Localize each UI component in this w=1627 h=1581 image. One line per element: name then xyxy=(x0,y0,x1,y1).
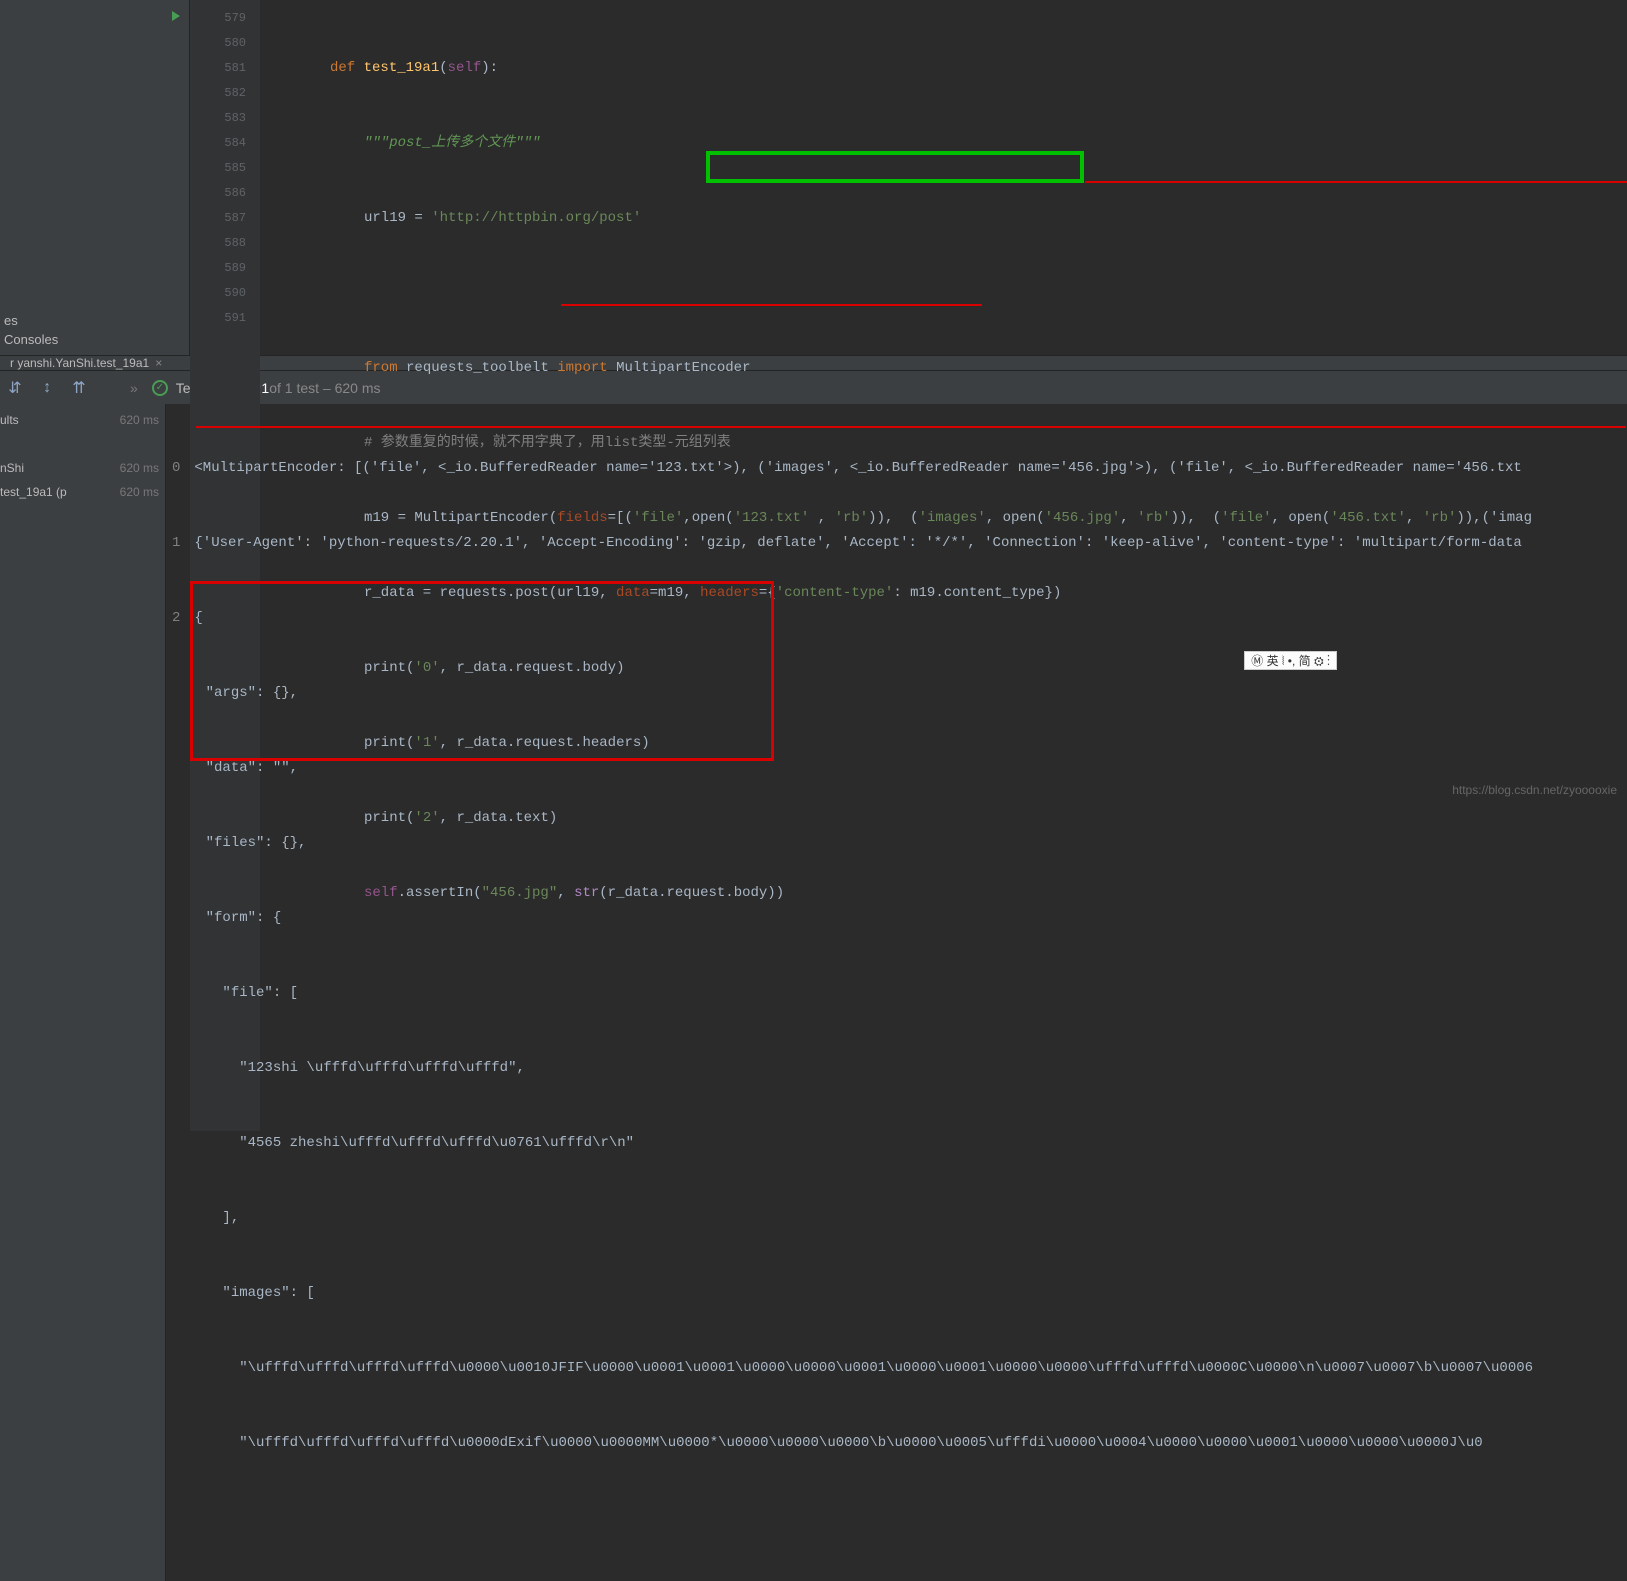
tree-row[interactable] xyxy=(0,432,165,456)
console-text: "file": [ xyxy=(189,985,298,1001)
gutter-line: 589 xyxy=(190,256,246,281)
gutter-line: 580 xyxy=(190,31,246,56)
gutter-line: 586 xyxy=(190,181,246,206)
tab-label: r yanshi.YanShi.test_19a1 xyxy=(10,356,149,370)
console-text: {'User-Agent': 'python-requests/2.20.1',… xyxy=(194,535,1521,551)
watermark: https://blog.csdn.net/zyooooxie xyxy=(1452,783,1617,797)
run-icon[interactable] xyxy=(172,11,180,21)
console-text: { xyxy=(194,610,202,626)
left-sidebar: es Consoles xyxy=(0,0,190,355)
gutter-line: 584 xyxy=(190,131,246,156)
console-text: "123shi \ufffd\ufffd\ufffd\ufffd", xyxy=(189,1060,525,1076)
class-name: MultipartEncoder xyxy=(616,360,750,376)
tree-row[interactable]: test_19a1 (p 620 ms xyxy=(0,480,165,504)
filter-icon[interactable]: ⇵ xyxy=(6,379,24,397)
sidebar-item[interactable]: Consoles xyxy=(4,330,189,349)
keyword-self: self xyxy=(448,60,482,76)
gutter-line: 585 xyxy=(190,156,246,181)
console-text: "form": { xyxy=(189,910,281,926)
ime-widget[interactable]: Ⓜ 英 ⦚ •, 简 ⚙ ⁝ xyxy=(1244,651,1337,670)
gutter-line: 590 xyxy=(190,281,246,306)
keyword-from: from xyxy=(364,360,406,376)
string-literal: 'http://httpbin.org/post' xyxy=(431,210,641,226)
tree-time: 620 ms xyxy=(120,413,159,427)
close-icon[interactable]: × xyxy=(155,356,162,370)
tree-label: ults xyxy=(0,413,19,427)
tree-time: 620 ms xyxy=(120,485,159,499)
tree-label: test_19a1 (p xyxy=(0,485,67,499)
console-text: "data": "", xyxy=(189,760,298,776)
console-text: "files": {}, xyxy=(189,835,307,851)
editor-area: 579 580 581 582 583 584 585 586 587 588 … xyxy=(190,0,1627,355)
console-text: "\ufffd\ufffd\ufffd\ufffd\u0000dExif\u00… xyxy=(189,1435,1483,1451)
code-text: url19 = xyxy=(364,210,431,226)
red-annotation-underline xyxy=(1085,181,1627,183)
console-text: "4565 zheshi\ufffd\ufffd\ufffd\u0761\uff… xyxy=(189,1135,634,1151)
expand-icon[interactable]: ↕ xyxy=(38,379,56,397)
test-tree: ults 620 ms nShi 620 ms test_19a1 (p 620 ms xyxy=(0,404,166,1581)
red-annotation-underline xyxy=(196,426,1626,428)
history-icon[interactable]: » xyxy=(130,380,138,396)
module-name: requests_toolbelt xyxy=(406,360,557,376)
console-text: <MultipartEncoder: [('file', <_io.Buffer… xyxy=(194,460,1521,476)
console-text: "\ufffd\ufffd\ufffd\ufffd\u0000\u0010JFI… xyxy=(189,1360,1533,1376)
editor-top-area: es Consoles 579 580 581 582 583 584 585 … xyxy=(0,0,1627,355)
tree-label: nShi xyxy=(0,461,24,475)
ime-text: Ⓜ 英 ⦚ •, 简 ⚙ ⁝ xyxy=(1251,652,1330,669)
check-circle-icon: ✓ xyxy=(152,380,168,396)
tree-row[interactable]: ults 620 ms xyxy=(0,408,165,432)
tree-time: 620 ms xyxy=(120,461,159,475)
gutter-line: 582 xyxy=(190,81,246,106)
tool-window: ⇵ ↕ ⇈ » ✓ Tests passed: 1 of 1 test – 62… xyxy=(0,370,1627,1581)
console-text: ], xyxy=(189,1210,239,1226)
gutter-line: 581 xyxy=(190,56,246,81)
gutter-line: 583 xyxy=(190,106,246,131)
tree-row[interactable]: nShi 620 ms xyxy=(0,456,165,480)
keyword-import: import xyxy=(557,360,616,376)
run-tab[interactable]: r yanshi.YanShi.test_19a1 × xyxy=(0,356,172,370)
console-text: "images": [ xyxy=(189,1285,315,1301)
gutter-line: 587 xyxy=(190,206,246,231)
sidebar-item[interactable]: es xyxy=(4,311,189,330)
function-name: test_19a1 xyxy=(364,60,440,76)
console-output[interactable]: 0 <MultipartEncoder: [('file', <_io.Buff… xyxy=(166,404,1627,1581)
gutter-line: 588 xyxy=(190,231,246,256)
keyword-def: def xyxy=(330,60,364,76)
gutter-line: 579 xyxy=(190,6,246,31)
gutter-line: 591 xyxy=(190,306,246,331)
docstring: """post_上传多个文件""" xyxy=(364,135,540,151)
console-text: "args": {}, xyxy=(189,685,298,701)
collapse-icon[interactable]: ⇈ xyxy=(70,379,88,397)
